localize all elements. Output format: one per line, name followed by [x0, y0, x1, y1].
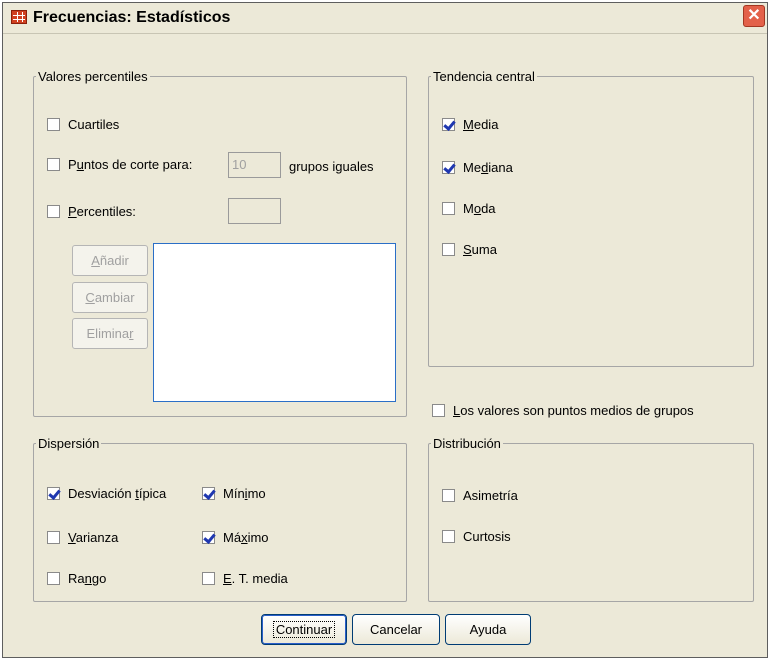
median-label: Mediana	[463, 160, 513, 175]
range-box[interactable]	[47, 572, 60, 585]
range-checkbox[interactable]: Rango	[47, 571, 106, 586]
maximum-checkbox[interactable]: Máximo	[202, 530, 269, 545]
range-label: Rango	[68, 571, 107, 586]
cancel-button[interactable]: Cancelar	[352, 614, 440, 645]
sum-box[interactable]	[442, 243, 455, 256]
skewness-label: Asimetría	[463, 488, 518, 503]
mode-box[interactable]	[442, 202, 455, 215]
cut-points-suffix: grupos iguales	[289, 159, 374, 174]
se-mean-box[interactable]	[202, 572, 215, 585]
cut-points-box[interactable]	[47, 158, 60, 171]
sum-checkbox[interactable]: Suma	[442, 242, 497, 257]
percentiles-checkbox[interactable]: Percentiles:	[47, 204, 136, 219]
percentile-values-legend: Valores percentiles	[38, 69, 148, 84]
close-button[interactable]: ✕	[743, 5, 765, 27]
std-dev-label: Desviación típica	[68, 486, 167, 501]
mode-label: Moda	[463, 201, 496, 216]
minimum-label: Mínimo	[223, 486, 266, 501]
variance-label: Varianza	[68, 530, 119, 545]
frequencies-statistics-dialog: Frecuencias: Estadísticos ✕ Valores perc…	[2, 2, 768, 658]
continue-button[interactable]: Continuar	[261, 614, 347, 645]
cut-points-input[interactable]: 10	[228, 152, 281, 178]
quartiles-label: Cuartiles	[68, 117, 120, 132]
distribution-legend: Distribución	[433, 436, 501, 451]
window-title: Frecuencias: Estadísticos	[33, 9, 231, 26]
cut-points-checkbox[interactable]: Puntos de corte para:	[47, 157, 192, 172]
mode-checkbox[interactable]: Moda	[442, 201, 496, 216]
dispersion-legend: Dispersión	[38, 436, 100, 451]
percentiles-box[interactable]	[47, 205, 60, 218]
minimum-checkbox[interactable]: Mínimo	[202, 486, 266, 501]
table-icon	[11, 10, 27, 24]
percentiles-input[interactable]	[228, 198, 281, 224]
variance-box[interactable]	[47, 531, 60, 544]
cut-points-label: Puntos de corte para:	[68, 157, 193, 172]
kurtosis-label: Curtosis	[463, 529, 511, 544]
distribution-group: Distribución	[428, 436, 754, 602]
continue-label: Continuar	[272, 621, 336, 638]
maximum-label: Máximo	[223, 530, 269, 545]
median-box[interactable]	[442, 161, 455, 174]
title-bar[interactable]: Frecuencias: Estadísticos ✕	[3, 3, 767, 34]
variance-checkbox[interactable]: Varianza	[47, 530, 118, 545]
se-mean-checkbox[interactable]: E. T. media	[202, 571, 288, 586]
sum-label: Suma	[463, 242, 497, 257]
quartiles-checkbox[interactable]: Cuartiles	[47, 117, 119, 132]
median-checkbox[interactable]: Mediana	[442, 160, 513, 175]
quartiles-box[interactable]	[47, 118, 60, 131]
midpoints-box[interactable]	[432, 404, 445, 417]
skewness-box[interactable]	[442, 489, 455, 502]
central-tendency-group: Tendencia central	[428, 69, 754, 367]
minimum-box[interactable]	[202, 487, 215, 500]
kurtosis-checkbox[interactable]: Curtosis	[442, 529, 511, 544]
skewness-checkbox[interactable]: Asimetría	[442, 488, 518, 503]
help-button[interactable]: Ayuda	[445, 614, 531, 645]
maximum-box[interactable]	[202, 531, 215, 544]
midpoints-checkbox[interactable]: Los valores son puntos medios de grupos	[432, 403, 694, 418]
percentiles-label: Percentiles:	[68, 204, 136, 219]
std-dev-box[interactable]	[47, 487, 60, 500]
mean-checkbox[interactable]: Media	[442, 117, 498, 132]
mean-label: Media	[463, 117, 499, 132]
midpoints-label: Los valores son puntos medios de grupos	[453, 403, 694, 418]
std-dev-checkbox[interactable]: Desviación típica	[47, 486, 166, 501]
kurtosis-box[interactable]	[442, 530, 455, 543]
mean-box[interactable]	[442, 118, 455, 131]
se-mean-label: E. T. media	[223, 571, 288, 586]
add-button[interactable]: Añadir	[72, 245, 148, 276]
central-tendency-legend: Tendencia central	[433, 69, 535, 84]
change-button[interactable]: Cambiar	[72, 282, 148, 313]
remove-button[interactable]: Elimina r	[72, 318, 148, 349]
percentiles-listbox[interactable]	[153, 243, 396, 402]
